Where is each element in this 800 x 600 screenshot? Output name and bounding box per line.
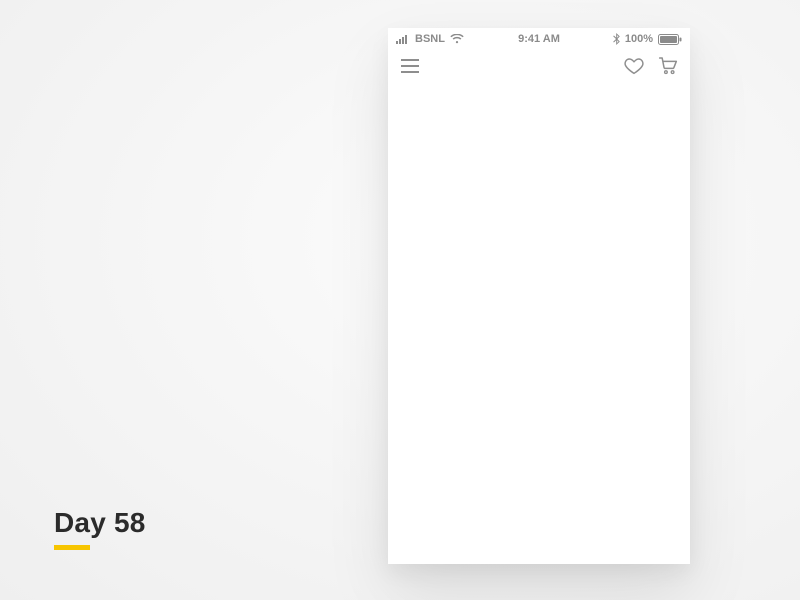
status-bar: BSNL 9:41 AM 100% [388,28,690,50]
status-bar-left: BSNL [396,34,464,45]
cart-icon [658,56,678,80]
cart-button[interactable] [658,58,678,78]
wifi-icon [450,34,464,44]
bluetooth-icon [613,33,620,45]
status-bar-right: 100% [613,33,682,45]
day-underline [54,545,90,550]
nav-left [400,58,420,78]
nav-bar [388,50,690,86]
day-label: Day 58 [54,507,146,550]
battery-icon [658,34,682,45]
nav-right [624,58,678,78]
favorites-button[interactable] [624,58,644,78]
day-title: Day 58 [54,507,146,539]
signal-icon [396,34,410,44]
carrier-label: BSNL [415,34,445,45]
clock-label: 9:41 AM [518,33,560,45]
canvas: Day 58 BSNL [0,0,800,600]
phone-body [388,86,690,564]
hamburger-icon [401,59,419,78]
phone-mockup: BSNL 9:41 AM 100% [388,28,690,564]
menu-button[interactable] [400,58,420,78]
battery-pct-label: 100% [625,34,653,45]
heart-icon [624,57,644,80]
